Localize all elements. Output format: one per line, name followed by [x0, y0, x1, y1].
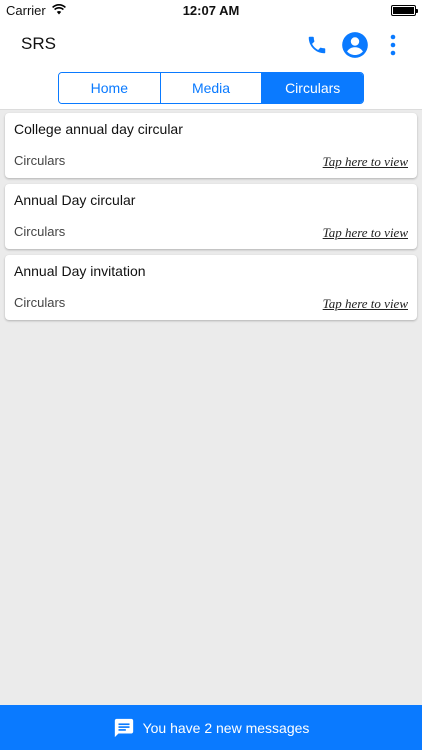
view-link[interactable]: Tap here to view	[323, 154, 408, 170]
message-icon	[113, 717, 135, 739]
view-link[interactable]: Tap here to view	[323, 296, 408, 312]
battery-icon	[391, 5, 418, 16]
circular-title: Annual Day invitation	[14, 263, 146, 279]
list-item[interactable]: Annual Day invitation Circulars Tap here…	[5, 255, 417, 320]
circulars-list: College annual day circular Circulars Ta…	[5, 113, 417, 326]
circular-category: Circulars	[14, 224, 66, 239]
tab-home[interactable]: Home	[59, 73, 161, 103]
tab-media[interactable]: Media	[160, 73, 263, 103]
phone-icon[interactable]	[302, 30, 332, 60]
circular-category: Circulars	[14, 295, 66, 310]
circular-title: College annual day circular	[14, 121, 183, 137]
account-icon[interactable]	[340, 30, 370, 60]
header-actions	[294, 30, 408, 60]
more-vert-icon[interactable]	[378, 30, 408, 60]
circular-category: Circulars	[14, 153, 66, 168]
app-title: SRS	[21, 34, 56, 53]
tab-bar: Home Media Circulars	[58, 72, 364, 104]
view-link[interactable]: Tap here to view	[323, 225, 408, 241]
app-header: SRS Home Media Circulars	[0, 22, 422, 110]
status-time: 12:07 AM	[182, 3, 240, 18]
messages-bar[interactable]: You have 2 new messages	[0, 705, 422, 750]
status-bar: Carrier 12:07 AM	[0, 0, 422, 22]
list-item[interactable]: Annual Day circular Circulars Tap here t…	[5, 184, 417, 249]
circular-title: Annual Day circular	[14, 192, 136, 208]
messages-text: You have 2 new messages	[142, 719, 310, 736]
tab-circulars[interactable]: Circulars	[262, 73, 363, 103]
list-item[interactable]: College annual day circular Circulars Ta…	[5, 113, 417, 178]
